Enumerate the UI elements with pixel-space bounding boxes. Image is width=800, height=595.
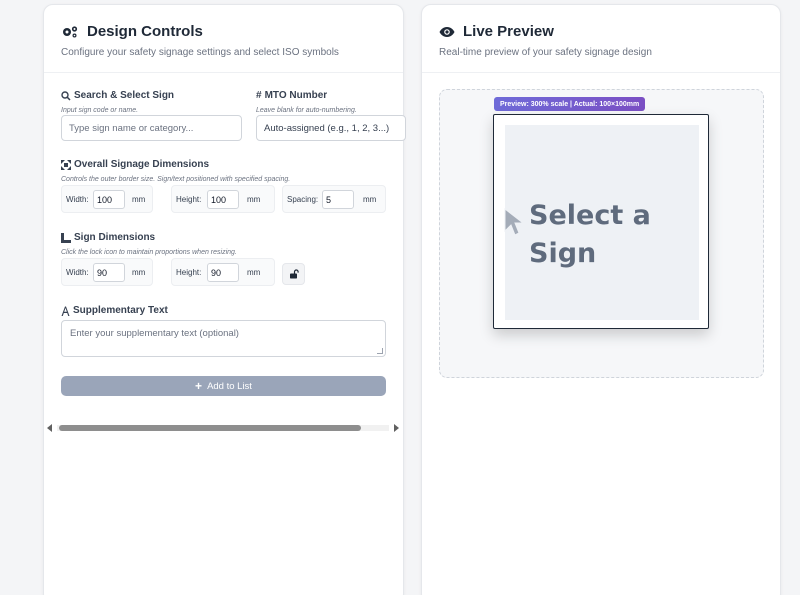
hash-icon: # (256, 90, 262, 101)
overall-width-unit: mm (132, 195, 146, 204)
resize-grip-icon[interactable] (377, 348, 383, 354)
mto-hint: Leave blank for auto-numbering. (256, 107, 357, 114)
overall-dimensions-label: Overall Signage Dimensions (61, 159, 209, 170)
sign-width-unit: mm (132, 268, 146, 277)
overall-width-label: Width: (66, 195, 89, 204)
search-label: Search & Select Sign (61, 90, 174, 101)
ruler-icon (61, 232, 71, 243)
preview-scale-badge: Preview: 300% scale | Actual: 100×100mm (494, 97, 646, 111)
live-preview-title: Live Preview (439, 23, 554, 40)
aspect-lock-button[interactable] (282, 263, 305, 285)
expand-icon (61, 159, 71, 170)
sign-dimensions-hint: Click the lock icon to maintain proporti… (61, 249, 237, 256)
plus-icon: + (195, 379, 203, 393)
sign-height-label: Height: (176, 268, 202, 277)
sign-height-unit: mm (247, 268, 261, 277)
search-input[interactable]: Type sign name or category... (61, 115, 242, 141)
overall-height-unit: mm (247, 195, 261, 204)
overall-height-group: Height: 100 mm (171, 185, 275, 213)
overall-dimensions-hint: Controls the outer border size. Sign/tex… (61, 176, 291, 183)
eye-icon (439, 26, 455, 37)
sign-width-group: Width: 90 mm (61, 258, 153, 286)
mouse-pointer-icon (504, 207, 525, 236)
horizontal-scrollbar[interactable] (47, 423, 399, 433)
mto-input[interactable]: Auto-assigned (e.g., 1, 2, 3...) (256, 115, 406, 141)
add-to-list-button[interactable]: + Add to List (61, 376, 386, 396)
sign-preview-area[interactable]: Select a Sign (505, 125, 699, 320)
sign-width-label: Width: (66, 268, 89, 277)
sign-preview-border: Select a Sign (493, 114, 709, 329)
gears-icon (63, 25, 78, 37)
design-controls-title: Design Controls (61, 23, 203, 40)
sign-height-group: Height: 90 mm (171, 258, 275, 286)
search-icon (61, 90, 71, 101)
spacing-input[interactable]: 5 (322, 190, 354, 209)
text-icon (61, 306, 70, 316)
design-controls-header: Design Controls Configure your safety si… (44, 5, 403, 73)
scrollbar-thumb[interactable] (59, 425, 361, 431)
scroll-left-arrow-icon[interactable] (47, 424, 52, 432)
overall-width-input[interactable]: 100 (93, 190, 125, 209)
design-controls-subtitle: Configure your safety signage settings a… (61, 47, 339, 58)
supplementary-text-input[interactable]: Enter your supplementary text (optional) (61, 320, 386, 357)
sign-height-input[interactable]: 90 (207, 263, 239, 282)
live-preview-header: Live Preview Real-time preview of your s… (422, 5, 780, 73)
overall-height-label: Height: (176, 195, 202, 204)
sign-dimensions-label: Sign Dimensions (61, 232, 155, 243)
spacing-label: Spacing: (287, 195, 319, 204)
overall-width-group: Width: 100 mm (61, 185, 153, 213)
spacing-group: Spacing: 5 mm (282, 185, 386, 213)
supplementary-text-label: Supplementary Text (61, 305, 168, 316)
mto-label: # MTO Number (256, 90, 328, 101)
spacing-unit: mm (363, 195, 377, 204)
sign-width-input[interactable]: 90 (93, 263, 125, 282)
unlock-icon (289, 269, 299, 279)
live-preview-subtitle: Real-time preview of your safety signage… (439, 47, 652, 58)
overall-height-input[interactable]: 100 (207, 190, 239, 209)
search-hint: Input sign code or name. (61, 107, 139, 114)
scroll-right-arrow-icon[interactable] (394, 424, 399, 432)
select-sign-placeholder: Select a Sign (529, 200, 651, 269)
